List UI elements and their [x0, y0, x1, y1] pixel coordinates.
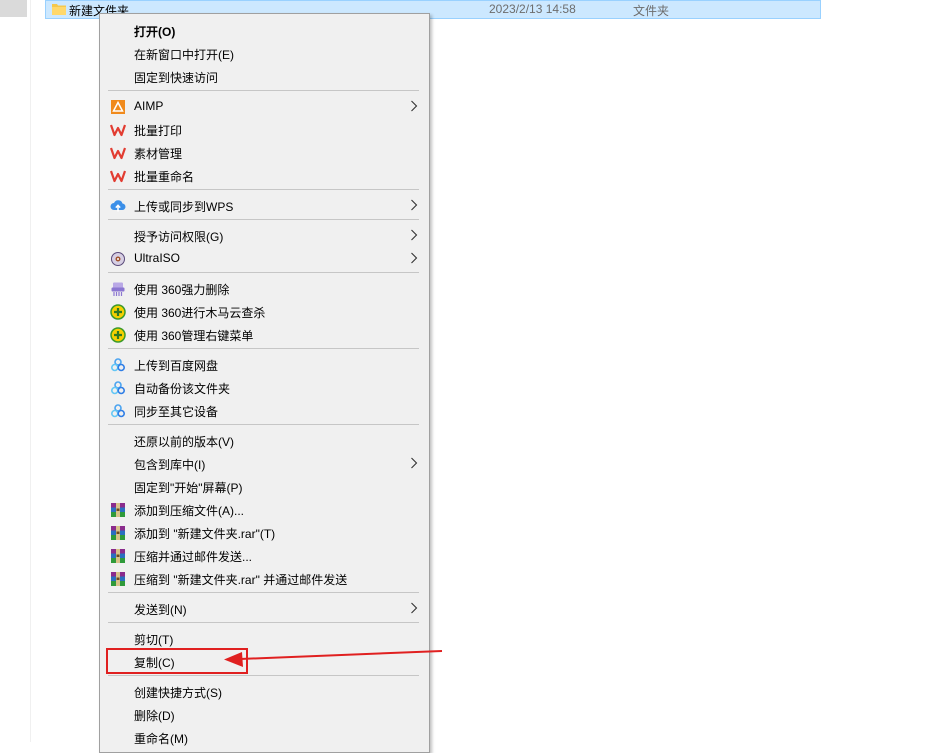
menu-separator: [108, 622, 419, 623]
menu-item-batch-print[interactable]: 批量打印: [100, 118, 429, 140]
file-date: 2023/2/13 14:58: [489, 2, 576, 16]
wps-icon: [110, 147, 126, 160]
winrar-icon: [111, 503, 125, 517]
menu-item-open-new-window[interactable]: 在新窗口中打开(E): [100, 42, 429, 64]
menu-item-open[interactable]: 打开(O): [100, 19, 429, 41]
menu-item-label: 自动备份该文件夹: [134, 382, 231, 396]
menu-item-batch-rename[interactable]: 批量重命名: [100, 164, 429, 186]
wps-icon: [110, 170, 126, 183]
menu-item-label: 压缩并通过邮件发送...: [134, 550, 253, 564]
menu-separator: [108, 272, 419, 273]
chevron-right-icon: [411, 602, 418, 614]
menu-item-label: UltraISO: [134, 251, 181, 265]
ultraiso-icon: [111, 252, 125, 266]
menu-item-label: 批量打印: [134, 124, 183, 138]
360-icon: [110, 304, 126, 320]
shredder-icon: [111, 282, 125, 296]
menu-item-label: 添加到压缩文件(A)...: [134, 504, 244, 518]
menu-item-label: 素材管理: [134, 147, 183, 161]
menu-item-add-to-rar[interactable]: 添加到 "新建文件夹.rar"(T): [100, 521, 429, 543]
menu-item-aimp[interactable]: AIMP: [100, 95, 429, 117]
menu-item-baidu-upload[interactable]: 上传到百度网盘: [100, 353, 429, 375]
menu-separator: [108, 90, 419, 91]
menu-item-add-archive[interactable]: 添加到压缩文件(A)...: [100, 498, 429, 520]
menu-item-restore-versions[interactable]: 还原以前的版本(V): [100, 429, 429, 451]
wps-icon: [110, 124, 126, 137]
menu-item-label: 包含到库中(I): [134, 458, 206, 472]
menu-item-include-library[interactable]: 包含到库中(I): [100, 452, 429, 474]
menu-item-label: 还原以前的版本(V): [134, 435, 234, 449]
navigation-pane: [0, 0, 31, 742]
menu-item-send-to[interactable]: 发送到(N): [100, 597, 429, 619]
folder-icon: [52, 4, 66, 15]
baidu-cloud-icon: [111, 381, 125, 395]
menu-item-create-shortcut[interactable]: 创建快捷方式(S): [100, 680, 429, 702]
menu-item-compress-rar-email[interactable]: 压缩到 "新建文件夹.rar" 并通过邮件发送: [100, 567, 429, 589]
baidu-cloud-icon: [111, 358, 125, 372]
menu-item-label: 添加到 "新建文件夹.rar"(T): [134, 527, 276, 541]
navigation-pane-selected-item[interactable]: [0, 0, 27, 17]
menu-item-label: 剪切(T): [134, 633, 174, 647]
menu-item-upload-wps[interactable]: 上传或同步到WPS: [100, 194, 429, 216]
menu-separator: [108, 219, 419, 220]
menu-item-label: 授予访问权限(G): [134, 230, 224, 244]
chevron-right-icon: [411, 252, 418, 264]
menu-item-label: 上传或同步到WPS: [134, 200, 234, 214]
menu-item-delete[interactable]: 删除(D): [100, 703, 429, 725]
chevron-right-icon: [411, 100, 418, 112]
menu-item-label: 发送到(N): [134, 603, 187, 617]
baidu-cloud-icon: [111, 404, 125, 418]
menu-item-pin-start[interactable]: 固定到"开始"屏幕(P): [100, 475, 429, 497]
menu-item-360-scan[interactable]: 使用 360进行木马云查杀: [100, 300, 429, 322]
menu-item-compress-email[interactable]: 压缩并通过邮件发送...: [100, 544, 429, 566]
menu-item-360-shred[interactable]: 使用 360强力删除: [100, 277, 429, 299]
menu-item-label: 压缩到 "新建文件夹.rar" 并通过邮件发送: [134, 573, 348, 587]
aimp-icon: [111, 100, 125, 114]
menu-item-label: 使用 360进行木马云查杀: [134, 306, 266, 320]
menu-item-label: 使用 360强力删除: [134, 283, 230, 297]
chevron-right-icon: [411, 457, 418, 469]
menu-item-ultraiso[interactable]: UltraISO: [100, 247, 429, 269]
menu-separator: [108, 592, 419, 593]
menu-separator: [108, 348, 419, 349]
winrar-icon: [111, 549, 125, 563]
menu-item-baidu-sync[interactable]: 同步至其它设备: [100, 399, 429, 421]
menu-item-label: 同步至其它设备: [134, 405, 219, 419]
menu-separator: [108, 189, 419, 190]
cloud-upload-icon: [110, 200, 126, 212]
menu-item-label: 批量重命名: [134, 170, 195, 184]
menu-item-label: 固定到快速访问: [134, 71, 219, 85]
menu-item-label: 重命名(M): [134, 732, 188, 746]
menu-item-baidu-backup[interactable]: 自动备份该文件夹: [100, 376, 429, 398]
menu-item-grant-access[interactable]: 授予访问权限(G): [100, 224, 429, 246]
chevron-right-icon: [411, 199, 418, 211]
menu-item-material-manage[interactable]: 素材管理: [100, 141, 429, 163]
menu-separator: [108, 675, 419, 676]
menu-item-label: 上传到百度网盘: [134, 359, 219, 373]
360-icon: [110, 327, 126, 343]
menu-item-pin-quick-access[interactable]: 固定到快速访问: [100, 65, 429, 87]
menu-item-label: 使用 360管理右键菜单: [134, 329, 254, 343]
menu-item-360-manage-menu[interactable]: 使用 360管理右键菜单: [100, 323, 429, 345]
menu-item-rename[interactable]: 重命名(M): [100, 726, 429, 748]
menu-item-label: 创建快捷方式(S): [134, 686, 222, 700]
winrar-icon: [111, 572, 125, 586]
menu-item-label: 打开(O): [134, 25, 176, 39]
chevron-right-icon: [411, 229, 418, 241]
menu-separator: [108, 424, 419, 425]
file-type: 文件夹: [633, 4, 670, 18]
menu-item-label: 删除(D): [134, 709, 175, 723]
menu-item-label: 在新窗口中打开(E): [134, 48, 234, 62]
annotation-arrow-icon: [224, 650, 443, 667]
winrar-icon: [111, 526, 125, 540]
menu-item-label: 固定到"开始"屏幕(P): [134, 481, 243, 495]
menu-item-label: AIMP: [134, 99, 164, 113]
